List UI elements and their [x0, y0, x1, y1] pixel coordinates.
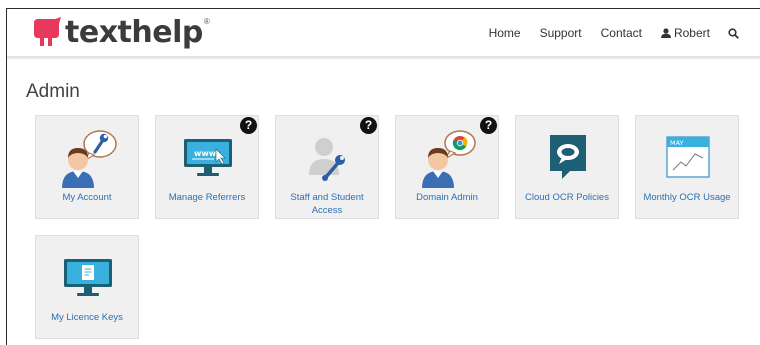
main-nav: Home Support Contact Robert — [489, 26, 739, 40]
tile-my-account[interactable]: My Account — [35, 115, 139, 219]
tile-manage-referrers[interactable]: www Manage Referrers ? — [155, 115, 259, 219]
search-icon — [728, 27, 739, 39]
user-wrench-grey-icon — [309, 138, 345, 181]
nav-contact-link[interactable]: Contact — [601, 26, 642, 40]
user-menu[interactable]: Robert — [660, 26, 710, 40]
tile-cloud-ocr-policies[interactable]: Cloud OCR Policies — [515, 115, 619, 219]
nav-support-link[interactable]: Support — [540, 26, 582, 40]
texthelp-bird-icon — [34, 17, 61, 46]
monitor-document-icon — [64, 259, 112, 296]
brand-reg-mark: ® — [203, 16, 210, 26]
help-icon[interactable]: ? — [240, 117, 257, 134]
user-chrome-icon — [422, 130, 476, 188]
help-icon[interactable]: ? — [480, 117, 497, 134]
user-wrench-icon — [62, 130, 117, 188]
calendar-month: MAY — [670, 139, 684, 147]
brand-name: texthelp — [65, 15, 203, 50]
tile-label: Staff and Student Access — [290, 192, 364, 216]
tile-label: Manage Referrers — [168, 192, 246, 203]
monitor-www-icon: www — [184, 139, 232, 176]
top-navbar: texthelp ® Home Support Contact Robert — [7, 9, 760, 57]
tile-my-licence-keys[interactable]: My Licence Keys — [35, 235, 139, 339]
page-title: Admin — [26, 81, 80, 102]
person-icon — [660, 28, 671, 38]
tile-label: Cloud OCR Policies — [525, 192, 609, 203]
tile-label: My Licence Keys — [51, 312, 123, 323]
help-icon[interactable]: ? — [360, 117, 377, 134]
speech-bubble-icon — [550, 135, 586, 179]
tile-staff-and-student-access[interactable]: Staff and Student Access ? — [275, 115, 379, 219]
tile-label: Domain Admin — [416, 192, 478, 203]
nav-home-link[interactable]: Home — [489, 26, 521, 40]
search-button[interactable] — [728, 27, 739, 39]
tile-domain-admin[interactable]: Domain Admin ? — [395, 115, 499, 219]
app-frame: texthelp ® Home Support Contact Robert Ad… — [6, 8, 760, 345]
tile-label: My Account — [62, 192, 112, 203]
texthelp-logo[interactable]: texthelp ® — [31, 17, 210, 49]
calendar-chart-icon: MAY — [666, 136, 710, 178]
tile-label: Monthly OCR Usage — [643, 192, 731, 203]
tile-monthly-ocr-usage[interactable]: MAY Monthly OCR Usage — [635, 115, 739, 219]
svg-text:www: www — [194, 149, 217, 158]
user-name: Robert — [673, 26, 710, 40]
